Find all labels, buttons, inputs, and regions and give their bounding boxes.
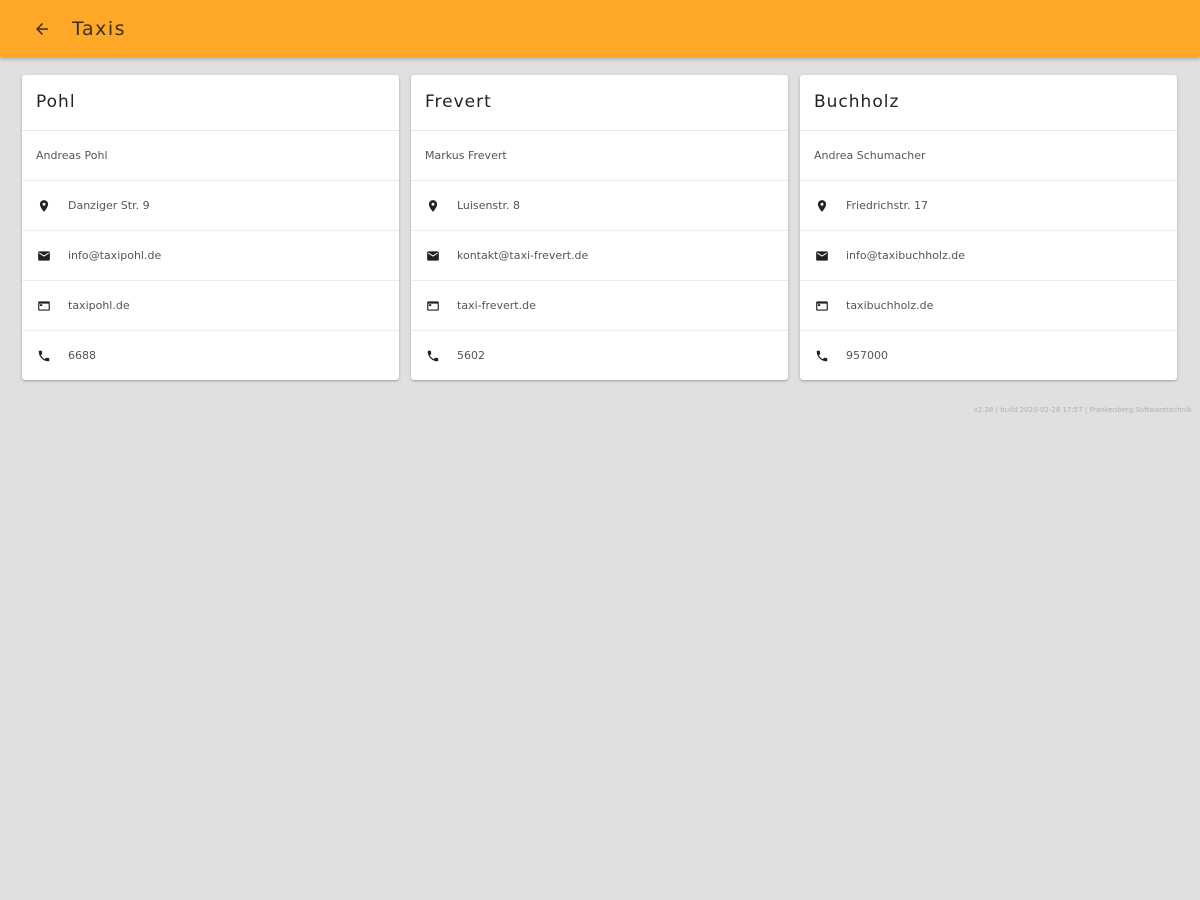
web-icon (814, 298, 830, 314)
version-footer: v2.28 | build 2020-02-28 17:57 | Franken… (973, 406, 1192, 414)
taxi-owner: Andrea Schumacher (800, 131, 1177, 181)
page-title: Taxis (72, 17, 127, 40)
taxi-name: Buchholz (800, 75, 1177, 131)
taxi-email: info@taxibuchholz.de (846, 249, 966, 262)
back-button[interactable] (22, 9, 62, 49)
taxi-email: info@taxipohl.de (68, 249, 162, 262)
taxi-email-row[interactable]: info@taxibuchholz.de (800, 231, 1177, 281)
location-pin-icon (425, 198, 441, 214)
taxi-website-row[interactable]: taxibuchholz.de (800, 281, 1177, 331)
phone-icon (36, 348, 52, 364)
taxi-website: taxi-frevert.de (457, 299, 536, 312)
taxi-website: taxipohl.de (68, 299, 130, 312)
taxi-phone-row[interactable]: 5602 (411, 331, 788, 380)
phone-icon (425, 348, 441, 364)
taxi-address: Friedrichstr. 17 (846, 199, 929, 212)
email-icon (814, 248, 830, 264)
taxi-phone: 957000 (846, 349, 888, 362)
taxi-phone-row[interactable]: 6688 (22, 331, 399, 380)
taxi-name: Pohl (22, 75, 399, 131)
arrow-back-icon (36, 22, 48, 35)
taxi-phone: 5602 (457, 349, 485, 362)
taxi-card: Pohl Andreas Pohl Danziger Str. 9 info@t… (22, 75, 399, 380)
taxi-phone-row[interactable]: 957000 (800, 331, 1177, 380)
phone-icon (814, 348, 830, 364)
taxi-address-row[interactable]: Friedrichstr. 17 (800, 181, 1177, 231)
taxi-card-list: Pohl Andreas Pohl Danziger Str. 9 info@t… (22, 75, 1180, 380)
taxi-address-row[interactable]: Danziger Str. 9 (22, 181, 399, 231)
location-pin-icon (814, 198, 830, 214)
web-icon (425, 298, 441, 314)
email-icon (36, 248, 52, 264)
web-icon (36, 298, 52, 314)
taxi-email-row[interactable]: kontakt@taxi-frevert.de (411, 231, 788, 281)
email-icon (425, 248, 441, 264)
taxi-website: taxibuchholz.de (846, 299, 934, 312)
taxi-email-row[interactable]: info@taxipohl.de (22, 231, 399, 281)
taxi-phone: 6688 (68, 349, 96, 362)
taxi-address: Luisenstr. 8 (457, 199, 520, 212)
taxi-owner: Markus Frevert (411, 131, 788, 181)
taxi-address-row[interactable]: Luisenstr. 8 (411, 181, 788, 231)
taxi-website-row[interactable]: taxipohl.de (22, 281, 399, 331)
taxi-email: kontakt@taxi-frevert.de (457, 249, 589, 262)
taxi-card: Frevert Markus Frevert Luisenstr. 8 kont… (411, 75, 788, 380)
location-pin-icon (36, 198, 52, 214)
taxi-card: Buchholz Andrea Schumacher Friedrichstr.… (800, 75, 1177, 380)
taxi-name: Frevert (411, 75, 788, 131)
app-bar: Taxis (0, 0, 1200, 57)
taxi-address: Danziger Str. 9 (68, 199, 150, 212)
taxi-website-row[interactable]: taxi-frevert.de (411, 281, 788, 331)
taxi-owner: Andreas Pohl (22, 131, 399, 181)
